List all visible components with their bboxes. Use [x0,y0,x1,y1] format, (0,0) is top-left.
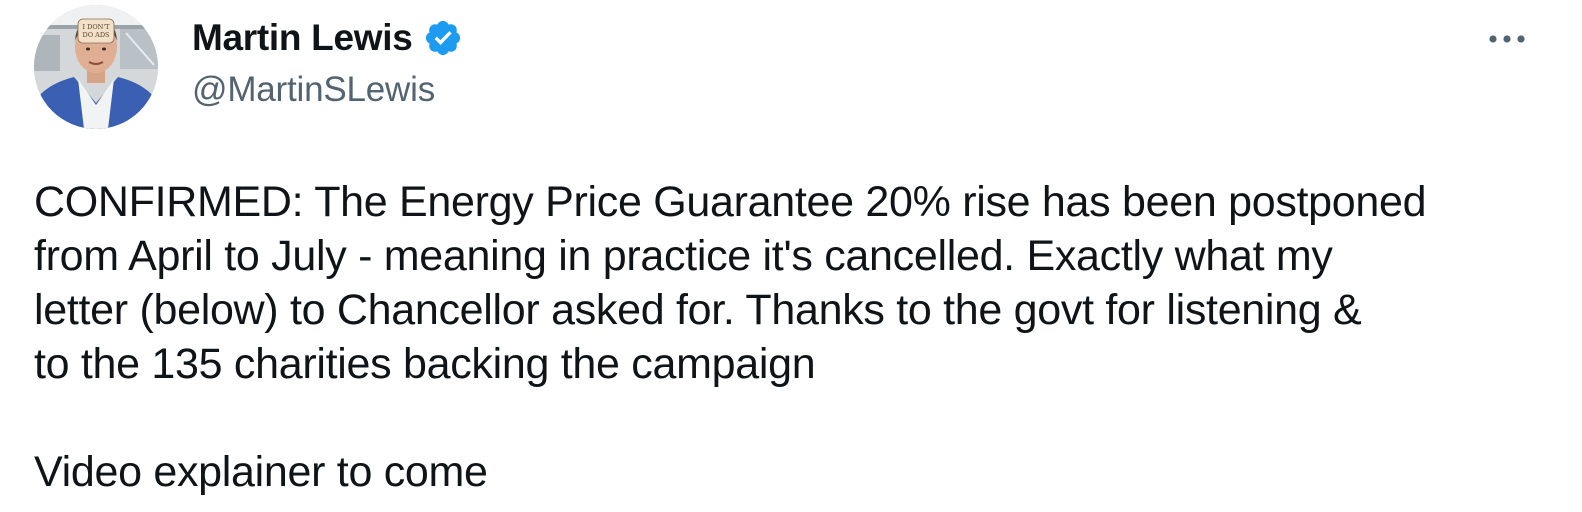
tweet-card: I DON'T DO ADS Martin Lewis @MartinSLewi… [0,0,1582,512]
tweet-text-line: to the 135 charities backing the campaig… [34,340,816,388]
tweet-text-line: CONFIRMED: The Energy Price Guarantee 20… [34,178,1427,226]
svg-text:I DON'T: I DON'T [83,23,111,31]
author-display-name[interactable]: Martin Lewis [192,17,413,59]
verified-badge-icon [423,18,463,58]
tweet-text-line: from April to July - meaning in practice… [34,232,1333,280]
tweet-text-footer: Video explainer to come [34,448,488,496]
avatar[interactable]: I DON'T DO ADS [34,5,158,129]
tweet-text: CONFIRMED: The Energy Price Guarantee 20… [34,175,1554,499]
more-options-button[interactable] [1484,22,1530,56]
profile-photo-icon: I DON'T DO ADS [34,5,158,129]
author-name-row[interactable]: Martin Lewis [192,16,463,60]
tweet-text-line: letter (below) to Chancellor asked for. … [34,286,1362,334]
author-handle[interactable]: @MartinSLewis [192,70,435,110]
more-options-icon [1489,35,1525,43]
svg-text:DO ADS: DO ADS [83,31,110,39]
